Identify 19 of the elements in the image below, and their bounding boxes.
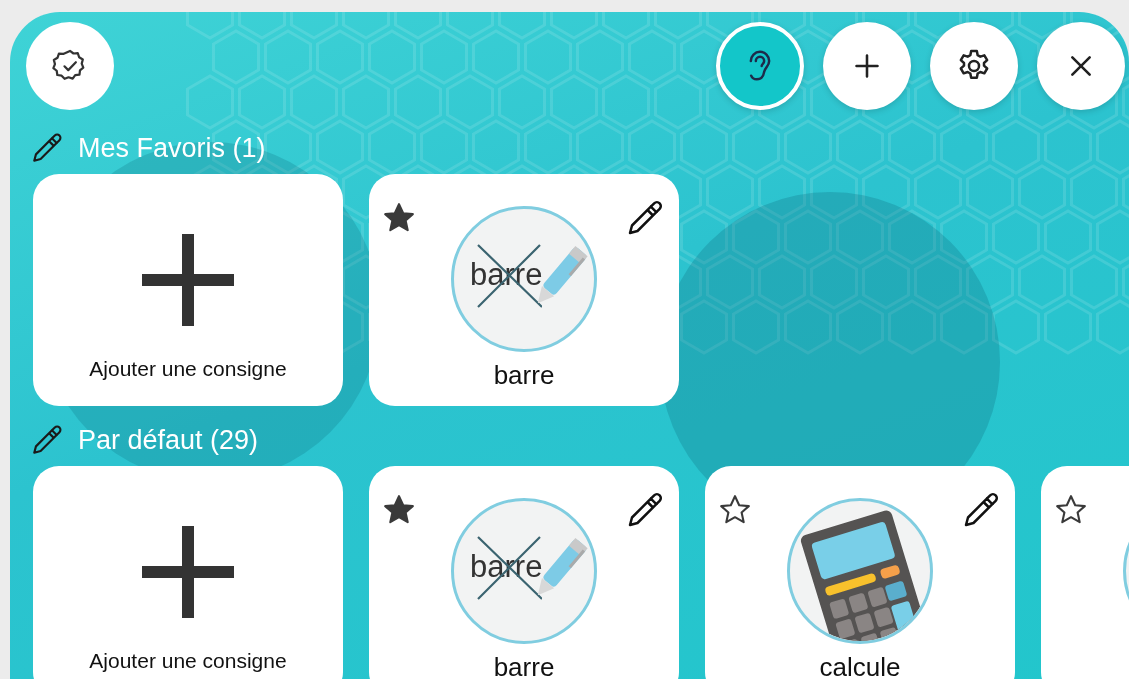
pencil-icon (30, 423, 64, 457)
close-button[interactable] (1037, 22, 1125, 110)
plus-icon (853, 52, 881, 80)
card-label: calcule (819, 652, 901, 679)
section-title: Par défaut (29) (78, 424, 259, 456)
instruction-card[interactable]: calcule (705, 466, 1015, 679)
plus-icon (142, 234, 234, 326)
plus-icon (142, 526, 234, 618)
section-title: Mes Favoris (1) (78, 132, 266, 164)
card-label: Ajouter une consigne (89, 356, 287, 382)
add-card[interactable]: Ajouter une consigne (33, 174, 343, 406)
settings-button[interactable] (930, 22, 1018, 110)
close-icon (1068, 53, 1094, 79)
card-label: barre (493, 652, 555, 679)
card-label: Ajouter une consigne (89, 648, 287, 674)
ear-button[interactable] (716, 22, 804, 110)
pencil-icon (30, 131, 64, 165)
card-label: barre (493, 360, 555, 392)
add-card[interactable]: Ajouter une consigne (33, 466, 343, 679)
